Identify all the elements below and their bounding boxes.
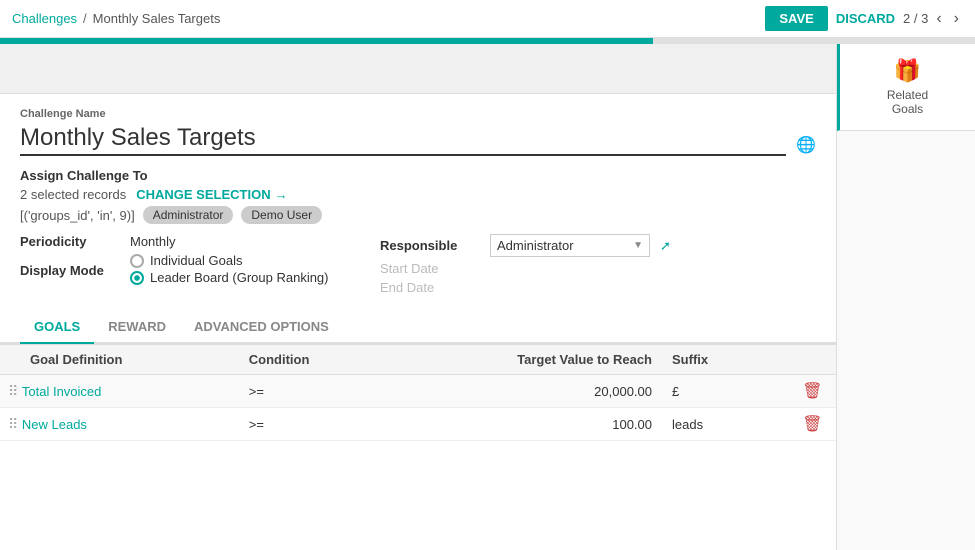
radio-leaderboard[interactable]: Leader Board (Group Ranking) (130, 270, 329, 285)
external-link-icon[interactable]: ➚ (660, 238, 671, 254)
target-cell: 100.00 (336, 408, 662, 441)
display-mode-label: Display Mode (20, 263, 120, 278)
delete-cell: 🗑 (792, 375, 836, 408)
dropdown-arrow-icon: ▼ (633, 240, 643, 251)
challenge-name-input[interactable]: Monthly Sales Targets (20, 122, 786, 156)
save-button[interactable]: SAVE (765, 6, 827, 31)
right-fields: Responsible Administrator ▼ ➚ Start Date… (380, 234, 680, 299)
delete-cell: 🗑 (792, 408, 836, 441)
discard-button[interactable]: DISCARD (836, 11, 895, 26)
tab-advanced-options[interactable]: ADVANCED OPTIONS (180, 311, 343, 344)
left-fields: Periodicity Monthly Display Mode Individ… (20, 234, 340, 299)
condition-cell: >= (239, 408, 337, 441)
end-date-row: End Date (380, 280, 680, 295)
tag-administrator: Administrator (143, 206, 234, 224)
start-date-row: Start Date (380, 261, 680, 276)
radio-individual-circle (130, 254, 144, 268)
col-header-goal-definition: Goal Definition (0, 345, 239, 375)
tab-reward[interactable]: REWARD (94, 311, 180, 344)
suffix-value: leads (672, 417, 703, 432)
radio-group: Individual Goals Leader Board (Group Ran… (130, 253, 329, 287)
prev-arrow[interactable]: ‹ (932, 8, 945, 30)
assign-section: Assign Challenge To 2 selected records C… (20, 168, 816, 224)
table-header-row: Goal Definition Condition Target Value t… (0, 345, 836, 375)
goal-name-link[interactable]: Total Invoiced (22, 384, 102, 399)
goal-drag-cell: ⠿ New Leads (0, 408, 239, 441)
tag-demo-user: Demo User (241, 206, 322, 224)
start-date-label[interactable]: Start Date (380, 261, 439, 276)
suffix-cell: leads (662, 408, 792, 441)
responsible-value: Administrator (497, 238, 629, 253)
tab-goals[interactable]: GOALS (20, 311, 94, 344)
goal-drag-cell: ⠿ Total Invoiced (0, 375, 239, 408)
periodicity-label: Periodicity (20, 234, 120, 249)
sidebar-item-label-related-goals: RelatedGoals (887, 88, 928, 116)
target-value: 20,000.00 (594, 384, 652, 399)
condition-value: >= (249, 417, 264, 432)
assign-label: Assign Challenge To (20, 168, 816, 183)
breadcrumb-parent-link[interactable]: Challenges (12, 11, 77, 26)
top-actions: SAVE DISCARD 2 / 3 ‹ › (765, 6, 963, 31)
responsible-label: Responsible (380, 238, 480, 253)
delete-row-icon[interactable]: 🗑 (802, 383, 822, 400)
condition-cell: >= (239, 375, 337, 408)
col-header-actions (792, 345, 836, 375)
challenge-name-label: Challenge Name (20, 108, 816, 120)
table-row: ⠿ Total Invoiced >= 20,000.00 £ 🗑 (0, 375, 836, 408)
tabs-bar: GOALS REWARD ADVANCED OPTIONS (0, 311, 836, 344)
radio-individual[interactable]: Individual Goals (130, 253, 329, 268)
form-area: Challenge Name Monthly Sales Targets 🌐 A… (0, 94, 836, 299)
main-content: Challenge Name Monthly Sales Targets 🌐 A… (0, 44, 836, 550)
condition-value: >= (249, 384, 264, 399)
col-header-target: Target Value to Reach (336, 345, 662, 375)
top-bar-left: Challenges / Monthly Sales Targets (12, 11, 220, 26)
gift-icon: 🎁 (894, 58, 921, 84)
goal-name-link[interactable]: New Leads (22, 417, 87, 432)
globe-icon: 🌐 (796, 135, 816, 155)
pagination: 2 / 3 ‹ › (903, 8, 963, 30)
end-date-label[interactable]: End Date (380, 280, 434, 295)
breadcrumb-separator: / (83, 11, 87, 26)
col-header-condition: Condition (239, 345, 337, 375)
goals-table-wrap: Goal Definition Condition Target Value t… (0, 344, 836, 441)
sidebar: 🎁 RelatedGoals (836, 44, 975, 550)
suffix-value: £ (672, 384, 679, 399)
target-value: 100.00 (612, 417, 652, 432)
change-selection-button[interactable]: CHANGE SELECTION → (136, 187, 287, 202)
responsible-row: Responsible Administrator ▼ ➚ (380, 234, 680, 257)
col-header-suffix: Suffix (662, 345, 792, 375)
pagination-text: 2 / 3 (903, 11, 928, 26)
periodicity-row: Periodicity Monthly (20, 234, 340, 249)
domain-filter-text: [('groups_id', 'in', 9)] (20, 208, 135, 223)
selected-info: 2 selected records CHANGE SELECTION → (20, 187, 816, 202)
mid-fields-row: Periodicity Monthly Display Mode Individ… (20, 234, 816, 299)
sidebar-item-related-goals[interactable]: 🎁 RelatedGoals (837, 44, 975, 131)
gray-band (0, 44, 836, 94)
responsible-select[interactable]: Administrator ▼ (490, 234, 650, 257)
domain-filter: [('groups_id', 'in', 9)] Administrator D… (20, 206, 816, 224)
radio-leaderboard-circle (130, 271, 144, 285)
selected-count: 2 selected records (20, 187, 126, 202)
drag-handle-icon[interactable]: ⠿ (8, 383, 18, 399)
goals-table: Goal Definition Condition Target Value t… (0, 344, 836, 441)
top-bar: Challenges / Monthly Sales Targets SAVE … (0, 0, 975, 38)
table-row: ⠿ New Leads >= 100.00 leads 🗑 (0, 408, 836, 441)
suffix-cell: £ (662, 375, 792, 408)
breadcrumb: Challenges / Monthly Sales Targets (12, 11, 220, 26)
drag-handle-icon[interactable]: ⠿ (8, 416, 18, 432)
breadcrumb-current: Monthly Sales Targets (93, 11, 221, 26)
delete-row-icon[interactable]: 🗑 (802, 416, 822, 433)
display-mode-row: Display Mode Individual Goals Leader Boa… (20, 253, 340, 287)
layout: Challenge Name Monthly Sales Targets 🌐 A… (0, 44, 975, 550)
next-arrow[interactable]: › (950, 8, 963, 30)
target-cell: 20,000.00 (336, 375, 662, 408)
periodicity-value: Monthly (130, 234, 176, 249)
